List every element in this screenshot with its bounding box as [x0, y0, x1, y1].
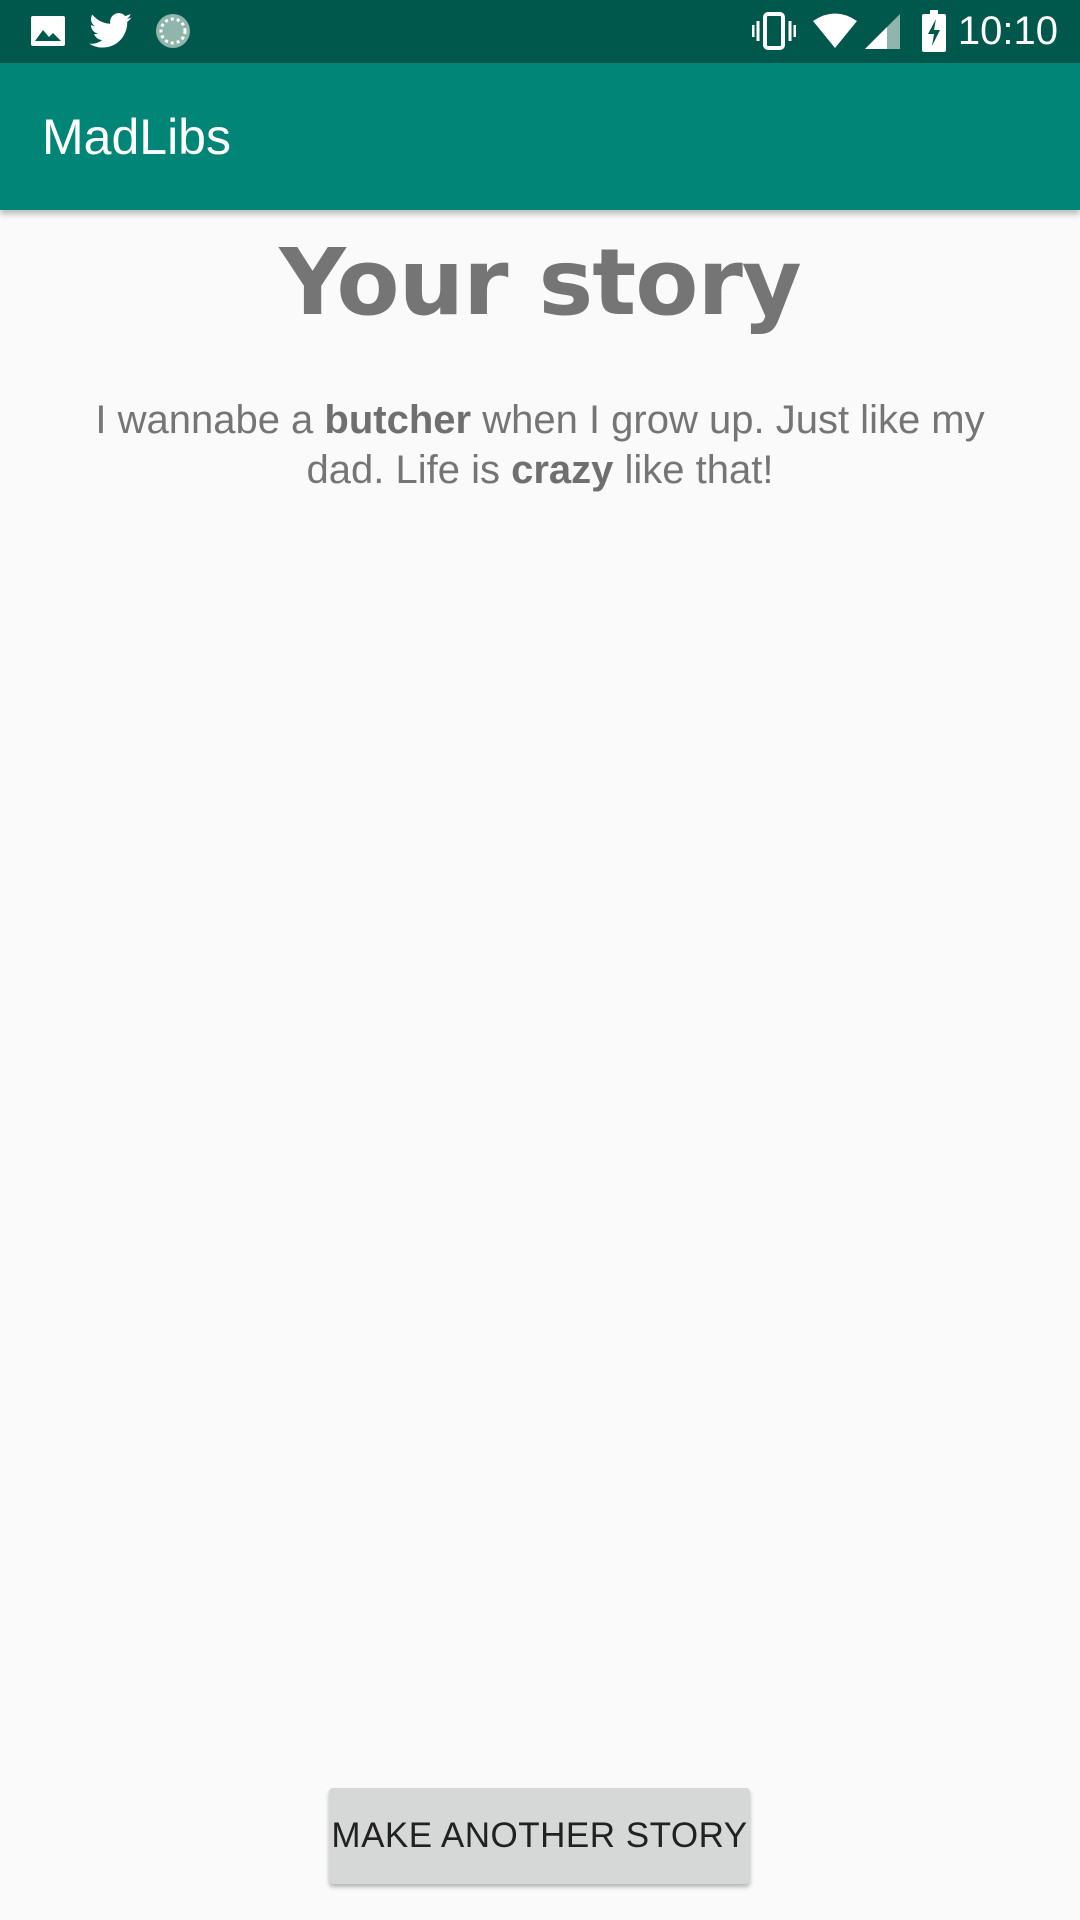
app-title: MadLibs [42, 109, 231, 165]
page-title: Your story [279, 229, 802, 336]
story-part-1: I wannabe a [95, 398, 325, 442]
status-time: 10:10 [957, 9, 1058, 53]
story-part-3: like that! [613, 448, 774, 492]
status-bar: 10:10 [0, 0, 1080, 63]
image-icon [28, 10, 68, 52]
sync-progress-icon [152, 10, 194, 52]
story-word-2: crazy [511, 448, 614, 492]
story-text: I wannabe a butcher when I grow up. Just… [60, 395, 1020, 495]
vibrate-icon [752, 10, 796, 52]
make-another-story-button[interactable]: MAKE ANOTHER STORY [329, 1788, 750, 1884]
cell-signal-icon [862, 10, 902, 52]
app-bar: MadLibs [0, 63, 1080, 210]
wifi-icon [812, 10, 858, 52]
battery-charging-icon [920, 10, 948, 52]
twitter-icon [88, 10, 134, 52]
story-word-1: butcher [324, 398, 472, 442]
